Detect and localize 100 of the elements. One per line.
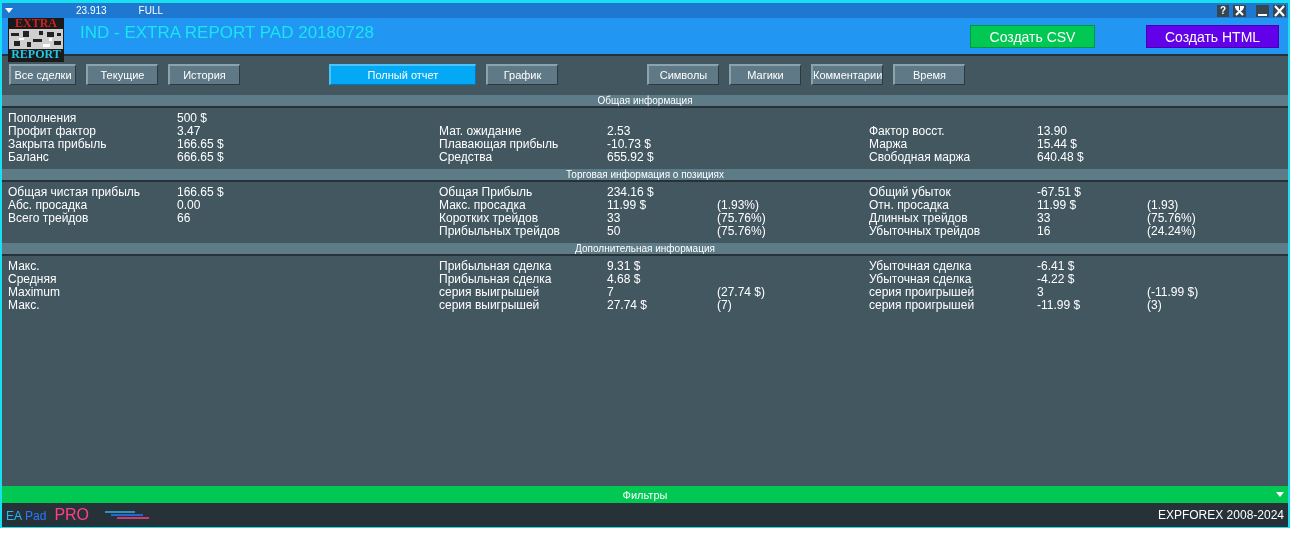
stat-value: 500 $ <box>177 112 209 125</box>
window-title: IND - EXTRA REPORT PAD 20180728 <box>80 23 374 43</box>
stat-label: серия проигрышей <box>869 299 976 312</box>
stat-label: Абс. просадка <box>8 199 89 212</box>
filter-label: Фильтры <box>622 488 668 501</box>
stat-label: Всего трейдов <box>8 212 90 225</box>
tab[interactable]: График <box>486 64 558 85</box>
stat-label: Свободная маржа <box>869 151 972 164</box>
stat-note: (3) <box>1147 299 1162 312</box>
stat-value: 234.16 $ <box>607 186 655 199</box>
stat-note: (7) <box>717 299 732 312</box>
stat-value: 4.68 $ <box>607 273 642 286</box>
stat-label: серия выигрышей <box>439 286 540 299</box>
stat-label: Фактор восст. <box>869 125 946 138</box>
stat-label: Макс. <box>8 260 41 273</box>
stat-value: 3.47 <box>177 125 202 138</box>
stat-note: (1.93) <box>1147 199 1180 212</box>
stat-note: (1.93%) <box>717 199 761 212</box>
stat-label: Закрыта прибыль <box>8 138 108 151</box>
stat-note: (75.76%) <box>717 225 767 238</box>
stat-label: Убыточная сделка <box>869 273 973 286</box>
logo-text: EXTRA <box>15 18 57 29</box>
stat-note: (27.74 $) <box>717 286 767 299</box>
close-icon[interactable] <box>1273 4 1286 17</box>
stat-label: Мат. ожидание <box>439 125 523 138</box>
stat-value: 33 <box>1037 212 1052 225</box>
stat-value: -10.73 $ <box>607 138 653 151</box>
stat-value: 7 <box>607 286 615 299</box>
tab[interactable]: История <box>168 64 240 85</box>
stat-label: Прибыльных трейдов <box>439 225 561 238</box>
stat-value: 640.48 $ <box>1037 151 1085 164</box>
stat-value: 166.65 $ <box>177 138 225 151</box>
section-header: Торговая информация о позициях <box>2 169 1288 182</box>
stat-value: 0.00 <box>177 199 202 212</box>
minimize-icon[interactable] <box>1256 4 1269 17</box>
stat-label: Средства <box>439 151 493 164</box>
brand-text: Pad <box>25 509 47 523</box>
stat-value: 33 <box>607 212 622 225</box>
stat-value: -6.41 $ <box>1037 260 1076 273</box>
help-button[interactable]: ? <box>1217 4 1229 17</box>
stat-label: Убыточная сделка <box>869 260 973 273</box>
stat-value: 66 <box>177 212 192 225</box>
stat-value: 655.92 $ <box>607 151 655 164</box>
stat-label: Прибыльная сделка <box>439 273 553 286</box>
section-header: Общая информация <box>2 95 1288 108</box>
brand-text: PRO <box>54 506 90 524</box>
stat-note: (-11.99 $) <box>1147 286 1200 299</box>
stat-value: 166.65 $ <box>177 186 225 199</box>
lines-icon <box>105 510 150 520</box>
stat-label: Общий убыток <box>869 186 952 199</box>
stat-value: -67.51 $ <box>1037 186 1083 199</box>
stat-label: Общая чистая прибыль <box>8 186 142 199</box>
brand-text: EA <box>6 509 22 523</box>
stat-label: Коротких трейдов <box>439 212 539 225</box>
stat-value: 27.74 $ <box>607 299 649 312</box>
caret-icon[interactable] <box>5 8 13 13</box>
stat-label: Макс. <box>8 299 41 312</box>
tab[interactable]: Время <box>893 64 965 85</box>
stat-label: Maximum <box>8 286 61 299</box>
copyright-text: EXPFOREX 2008-2024 <box>1157 508 1284 522</box>
tab[interactable]: Текущие <box>86 64 158 85</box>
stat-value: 11.99 $ <box>1037 199 1078 212</box>
stat-value: -11.99 $ <box>1037 299 1082 312</box>
stat-value: 11.99 $ <box>607 199 648 212</box>
stat-value: 15.44 $ <box>1037 138 1079 151</box>
version-label: 23.913 <box>76 5 107 16</box>
stat-value: -4.22 $ <box>1037 273 1076 286</box>
stat-label: Баланс <box>8 151 49 164</box>
stat-note: (75.76%) <box>1147 212 1197 225</box>
stat-note: (75.76%) <box>717 212 767 225</box>
stat-value: 2.53 <box>607 125 632 138</box>
section-header: Дополнительная информация <box>2 243 1288 256</box>
tab[interactable]: Магики <box>729 64 801 85</box>
stat-label: Прибыльная сделка <box>439 260 553 273</box>
stat-value: 3 <box>1037 286 1045 299</box>
stat-label: Длинных трейдов <box>869 212 968 225</box>
stat-note: (24.24%) <box>1147 225 1197 238</box>
stat-label: серия проигрышей <box>869 286 976 299</box>
stat-label: Пополнения <box>8 112 78 125</box>
export-button[interactable]: Создать HTML <box>1146 25 1279 48</box>
logo-text: REPORT <box>11 49 61 60</box>
stat-label: Маржа <box>869 138 908 151</box>
tab[interactable]: Полный отчет <box>329 64 476 85</box>
stat-value: 16 <box>1037 225 1052 238</box>
stat-label: Средняя <box>8 273 58 286</box>
stat-value: 666.65 $ <box>177 151 225 164</box>
stat-label: Отн. просадка <box>869 199 949 212</box>
stat-label: Макс. просадка <box>439 199 526 212</box>
stat-label: серия выигрышей <box>439 299 541 312</box>
tab[interactable]: Символы <box>647 64 719 85</box>
stat-label: Общая Прибыль <box>439 186 534 199</box>
tab[interactable]: Комментарии <box>811 64 883 85</box>
mode-label: FULL <box>138 5 164 16</box>
stat-label: Профит фактор <box>8 125 97 138</box>
stat-label: Плавающая прибыль <box>439 138 560 151</box>
stat-value: 9.31 $ <box>607 260 642 273</box>
stat-label: Убыточных трейдов <box>869 225 982 238</box>
tab[interactable]: Все сделки <box>9 64 76 85</box>
stat-value: 50 <box>607 225 622 238</box>
stat-value: 13.90 <box>1037 125 1069 138</box>
